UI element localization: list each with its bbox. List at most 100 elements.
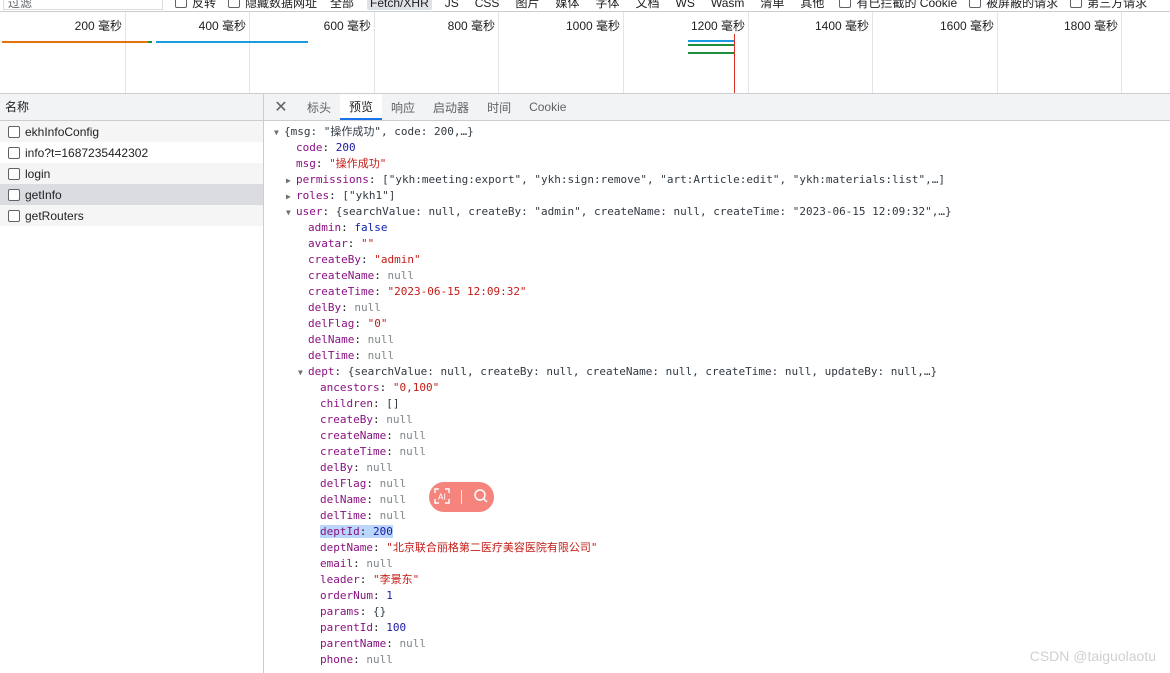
- request-name: info?t=1687235442302: [25, 145, 149, 160]
- json-value: []: [386, 397, 400, 410]
- json-line: createName: null: [320, 429, 426, 442]
- hide-data-urls-checkbox[interactable]: 隐藏数据网址: [228, 0, 317, 11]
- type-filter-4[interactable]: 图片: [512, 0, 542, 10]
- timeline-request-bar: [688, 40, 734, 42]
- timeline-request-bar: [148, 41, 152, 43]
- type-filter-11[interactable]: 其他: [797, 0, 827, 10]
- json-key: delBy: [320, 461, 354, 474]
- invert-checkbox[interactable]: 反转: [175, 0, 216, 11]
- request-checkbox[interactable]: [8, 167, 20, 180]
- json-line: orderNum: 1: [320, 589, 393, 602]
- json-line: ancestors: "0,100": [320, 381, 440, 394]
- blocked-requests-checkbox[interactable]: 被屏蔽的请求: [969, 0, 1058, 11]
- json-line[interactable]: ▼ user: {searchValue: null, createBy: "ad…: [286, 204, 952, 220]
- blocked-cookies-checkbox[interactable]: 有已拦截的 Cookie: [839, 0, 957, 11]
- request-checkbox[interactable]: [8, 209, 20, 222]
- type-filter-5[interactable]: 媒体: [552, 0, 582, 10]
- json-line: delBy: null: [308, 301, 381, 314]
- request-name: getInfo: [25, 187, 62, 202]
- json-value: "2023-06-15 12:09:32": [387, 285, 527, 298]
- json-line: createTime: null: [320, 445, 426, 458]
- filter-input[interactable]: 过滤: [3, 0, 163, 10]
- json-line: children: []: [320, 397, 400, 410]
- tab-3[interactable]: 启动器: [424, 94, 478, 120]
- request-checkbox[interactable]: [8, 125, 20, 138]
- request-row[interactable]: info?t=1687235442302: [0, 142, 263, 163]
- timeline-tick-label: 800 毫秒: [447, 19, 495, 33]
- json-line: avatar: "": [308, 237, 375, 250]
- json-key: admin: [308, 221, 342, 234]
- request-checkbox[interactable]: [8, 188, 20, 201]
- json-line[interactable]: ▼ dept: {searchValue: null, createBy: nul…: [298, 364, 937, 380]
- invert-label: 反转: [192, 0, 217, 10]
- type-filter-3[interactable]: CSS: [472, 0, 503, 10]
- json-value: null: [366, 557, 393, 570]
- request-checkbox[interactable]: [8, 146, 20, 159]
- request-row[interactable]: getRouters: [0, 205, 263, 226]
- json-line: phone: null: [320, 653, 393, 666]
- json-line: createTime: "2023-06-15 12:09:32": [308, 285, 527, 298]
- request-row[interactable]: ekhInfoConfig: [0, 121, 263, 142]
- json-line[interactable]: ▶ permissions: ["ykh:meeting:export", "yk…: [286, 172, 945, 188]
- json-key: createName: [320, 429, 387, 442]
- timeline-gridline: [1121, 12, 1122, 93]
- third-party-checkbox[interactable]: 第三方请求: [1070, 0, 1147, 11]
- json-value: "北京联合丽格第二医疗美容医院有限公司": [386, 541, 598, 554]
- json-line: params: {}: [320, 605, 387, 618]
- json-line: admin: false: [308, 221, 388, 234]
- expand-right-icon[interactable]: ▶: [286, 173, 296, 189]
- json-line[interactable]: ▶ roles: ["ykh1"]: [286, 188, 395, 204]
- type-filter-9[interactable]: Wasm: [708, 0, 748, 10]
- type-filter-0[interactable]: 全部: [327, 0, 357, 10]
- json-value: "": [361, 237, 375, 250]
- expand-down-icon[interactable]: ▼: [274, 125, 284, 141]
- tab-0[interactable]: 标头: [298, 94, 340, 120]
- hide-data-urls-label: 隐藏数据网址: [245, 0, 318, 10]
- expand-down-icon[interactable]: ▼: [286, 205, 296, 221]
- request-row[interactable]: getInfo: [0, 184, 263, 205]
- timeline-tick-label: 200 毫秒: [74, 19, 122, 33]
- type-filter-6[interactable]: 字体: [592, 0, 622, 10]
- type-filter-7[interactable]: 文档: [632, 0, 662, 10]
- request-row[interactable]: login: [0, 163, 263, 184]
- tab-2[interactable]: 响应: [382, 94, 424, 120]
- type-filter-8[interactable]: WS: [673, 0, 698, 10]
- json-key: roles: [296, 189, 330, 202]
- json-line: parentName: null: [320, 637, 426, 650]
- tab-5[interactable]: Cookie: [520, 94, 575, 120]
- json-key: createTime: [308, 285, 375, 298]
- timeline-load-marker: [734, 34, 735, 93]
- json-line[interactable]: ▼ {msg: "操作成功", code: 200,…}: [274, 124, 474, 140]
- json-key: dept: [308, 365, 335, 378]
- detail-tabbar: ✕ 标头 预览 响应 启动器 时间 Cookie: [264, 94, 1170, 121]
- type-filter-10[interactable]: 清单: [757, 0, 787, 10]
- json-value: null: [399, 429, 426, 442]
- json-line: deptId: 200: [320, 525, 393, 538]
- json-summary: {searchValue: null, createBy: "admin", c…: [335, 205, 952, 218]
- json-value: null: [366, 461, 393, 474]
- json-value: null: [367, 349, 395, 362]
- tab-4[interactable]: 时间: [478, 94, 520, 120]
- ai-scan-icon[interactable]: AI: [434, 487, 451, 507]
- json-value: 1: [386, 589, 393, 602]
- json-value: null: [399, 445, 426, 458]
- expand-right-icon[interactable]: ▶: [286, 189, 296, 205]
- timeline-overview[interactable]: 200 毫秒 400 毫秒 600 毫秒 800 毫秒 1000 毫秒 1200 毫秒 14…: [0, 12, 1170, 94]
- name-column-header[interactable]: 名称: [0, 94, 263, 121]
- json-key: delBy: [308, 301, 342, 314]
- json-key: createTime: [320, 445, 387, 458]
- tab-1[interactable]: 预览: [340, 94, 383, 120]
- json-line: createBy: null: [320, 413, 413, 426]
- type-filter-1[interactable]: Fetch/XHR: [367, 0, 432, 10]
- timeline-gridline: [374, 12, 375, 93]
- close-icon[interactable]: ✕: [264, 94, 298, 120]
- watermark: CSDN @taiguolaotu: [1029, 648, 1156, 664]
- json-line: delBy: null: [320, 461, 393, 474]
- json-value: "0,100": [392, 381, 440, 394]
- search-icon[interactable]: [473, 488, 489, 507]
- type-filter-2[interactable]: JS: [442, 0, 462, 10]
- expand-down-icon[interactable]: ▼: [298, 365, 308, 381]
- timeline-gridline: [748, 12, 749, 93]
- json-value: {}: [373, 605, 387, 618]
- third-party-label: 第三方请求: [1087, 0, 1148, 10]
